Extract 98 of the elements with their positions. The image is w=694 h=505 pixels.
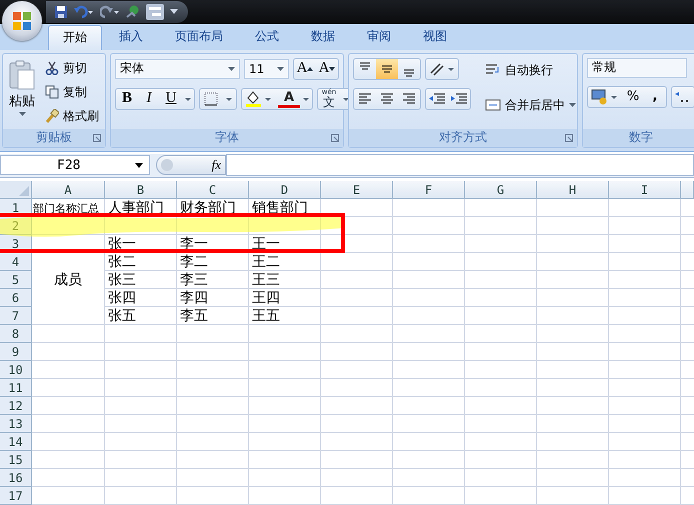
table-cell-text: 李一 (179, 235, 209, 253)
align-lines-icon (403, 68, 415, 77)
ribbon-tab[interactable]: 页面布局 (160, 24, 238, 50)
column-header[interactable]: F (393, 181, 465, 199)
ribbon-tab[interactable]: 视图 (408, 24, 462, 50)
percent-button[interactable]: % (622, 86, 644, 107)
dialog-launcher-icon[interactable] (93, 134, 101, 142)
italic-button[interactable]: I (138, 88, 160, 109)
table-cell-text: 王五 (251, 307, 281, 325)
column-header[interactable]: G (465, 181, 537, 199)
table-cell-text: 李三 (179, 271, 209, 289)
ribbon-tab[interactable]: 公式 (240, 24, 294, 50)
group-title: 剪贴板 (36, 129, 72, 146)
underline-button[interactable]: U (160, 88, 182, 109)
table-cell-text: 王三 (251, 271, 281, 289)
undo-icon[interactable] (74, 4, 94, 19)
shrink-font-button[interactable]: A (316, 58, 338, 79)
row-header[interactable]: 12 (0, 397, 32, 415)
triangle-icon (19, 186, 29, 196)
table-cell-text: 李五 (179, 307, 209, 325)
wrap-text-button[interactable]: 自动换行 (483, 60, 578, 81)
table-cell-text: 张二 (107, 253, 137, 271)
font-name-dropdown[interactable]: 宋体 (115, 58, 240, 79)
cut-button[interactable]: 剪切 (43, 58, 101, 79)
row-header[interactable]: 4 (0, 253, 32, 271)
row-header[interactable]: 16 (0, 469, 32, 487)
caret-icon (135, 162, 143, 168)
save-icon[interactable] (54, 4, 68, 19)
brush-icon (45, 109, 59, 124)
up-triangle-icon (307, 66, 314, 71)
formula-input[interactable] (226, 154, 694, 176)
font-size-dropdown[interactable]: 11 (244, 58, 289, 79)
table-cell-text: 王四 (251, 289, 281, 307)
dialog-launcher-icon[interactable] (565, 134, 573, 142)
row-header[interactable]: 10 (0, 361, 32, 379)
caret-icon (18, 112, 26, 116)
office-logo (11, 10, 33, 32)
column-header[interactable]: C (177, 181, 249, 199)
row-header[interactable]: 15 (0, 451, 32, 469)
table-cell-text: 张五 (107, 307, 137, 325)
dropdown-arrow-icon[interactable] (170, 8, 178, 15)
table-cell-text: 张四 (107, 289, 137, 307)
merge-cells-icon (485, 98, 501, 112)
scissors-icon (45, 61, 59, 76)
paste-button[interactable]: 粘贴 (7, 58, 37, 127)
group-title: 对齐方式 (439, 129, 487, 146)
column-header[interactable]: A (32, 181, 105, 199)
caret-icon (228, 66, 235, 71)
layout-icon[interactable] (146, 4, 164, 20)
row-header[interactable]: 8 (0, 325, 32, 343)
merge-center-button[interactable]: 合并后居中 (483, 94, 578, 116)
table-cell-text: 张一 (107, 235, 137, 253)
group-title: 字体 (215, 129, 239, 146)
clipboard-icon (9, 60, 35, 90)
bold-button[interactable]: B (116, 88, 138, 109)
row-header[interactable]: 11 (0, 379, 32, 397)
column-header[interactable]: B (105, 181, 177, 199)
align-lines-icon (381, 64, 393, 73)
number-format-dropdown[interactable]: 常规 (587, 58, 687, 78)
grow-font-button[interactable]: A (294, 58, 316, 79)
column-header[interactable]: H (537, 181, 609, 199)
comma-button[interactable]: , (644, 86, 666, 107)
column-header[interactable]: I (609, 181, 681, 199)
table-cell-text: 李四 (179, 289, 209, 307)
caret-icon (277, 66, 284, 71)
row-header[interactable]: 9 (0, 343, 32, 361)
ribbon-tab[interactable]: 插入 (104, 24, 158, 50)
name-box[interactable]: F28 (0, 155, 150, 176)
copy-button[interactable]: 复制 (43, 82, 101, 103)
ribbon-tab[interactable]: 开始 (48, 24, 102, 50)
redo-icon[interactable] (100, 4, 120, 19)
align-middle-button[interactable] (376, 58, 398, 79)
row-header[interactable]: 14 (0, 433, 32, 451)
column-header[interactable]: D (249, 181, 321, 199)
row-header[interactable]: 7 (0, 307, 32, 325)
table-cell-text: 李二 (179, 253, 209, 271)
insert-function-button[interactable]: fx (156, 155, 226, 176)
table-cell-text: 张三 (107, 271, 137, 289)
align-lines-icon (402, 92, 416, 106)
table-cell-text: 王二 (251, 253, 281, 271)
copy-icon (45, 85, 59, 100)
align-lines-icon (380, 92, 394, 106)
row-header[interactable]: 6 (0, 289, 32, 307)
format-painter-button[interactable]: 格式刷 (43, 106, 101, 127)
align-lines-icon (358, 92, 372, 106)
column-header[interactable]: E (321, 181, 393, 199)
group-title: 数字 (629, 129, 653, 146)
table-cell-text: 王一 (251, 235, 281, 253)
ribbon-tab[interactable]: 数据 (296, 24, 350, 50)
row-header[interactable]: 5 (0, 271, 32, 289)
row-header[interactable]: 13 (0, 415, 32, 433)
down-triangle-icon (329, 66, 336, 71)
caret-icon (569, 103, 576, 108)
align-lines-icon (359, 62, 371, 70)
ribbon-tab[interactable]: 审阅 (352, 24, 406, 50)
dialog-launcher-icon[interactable] (331, 134, 339, 142)
office-button[interactable] (2, 1, 42, 41)
row-header[interactable]: 17 (0, 487, 32, 505)
